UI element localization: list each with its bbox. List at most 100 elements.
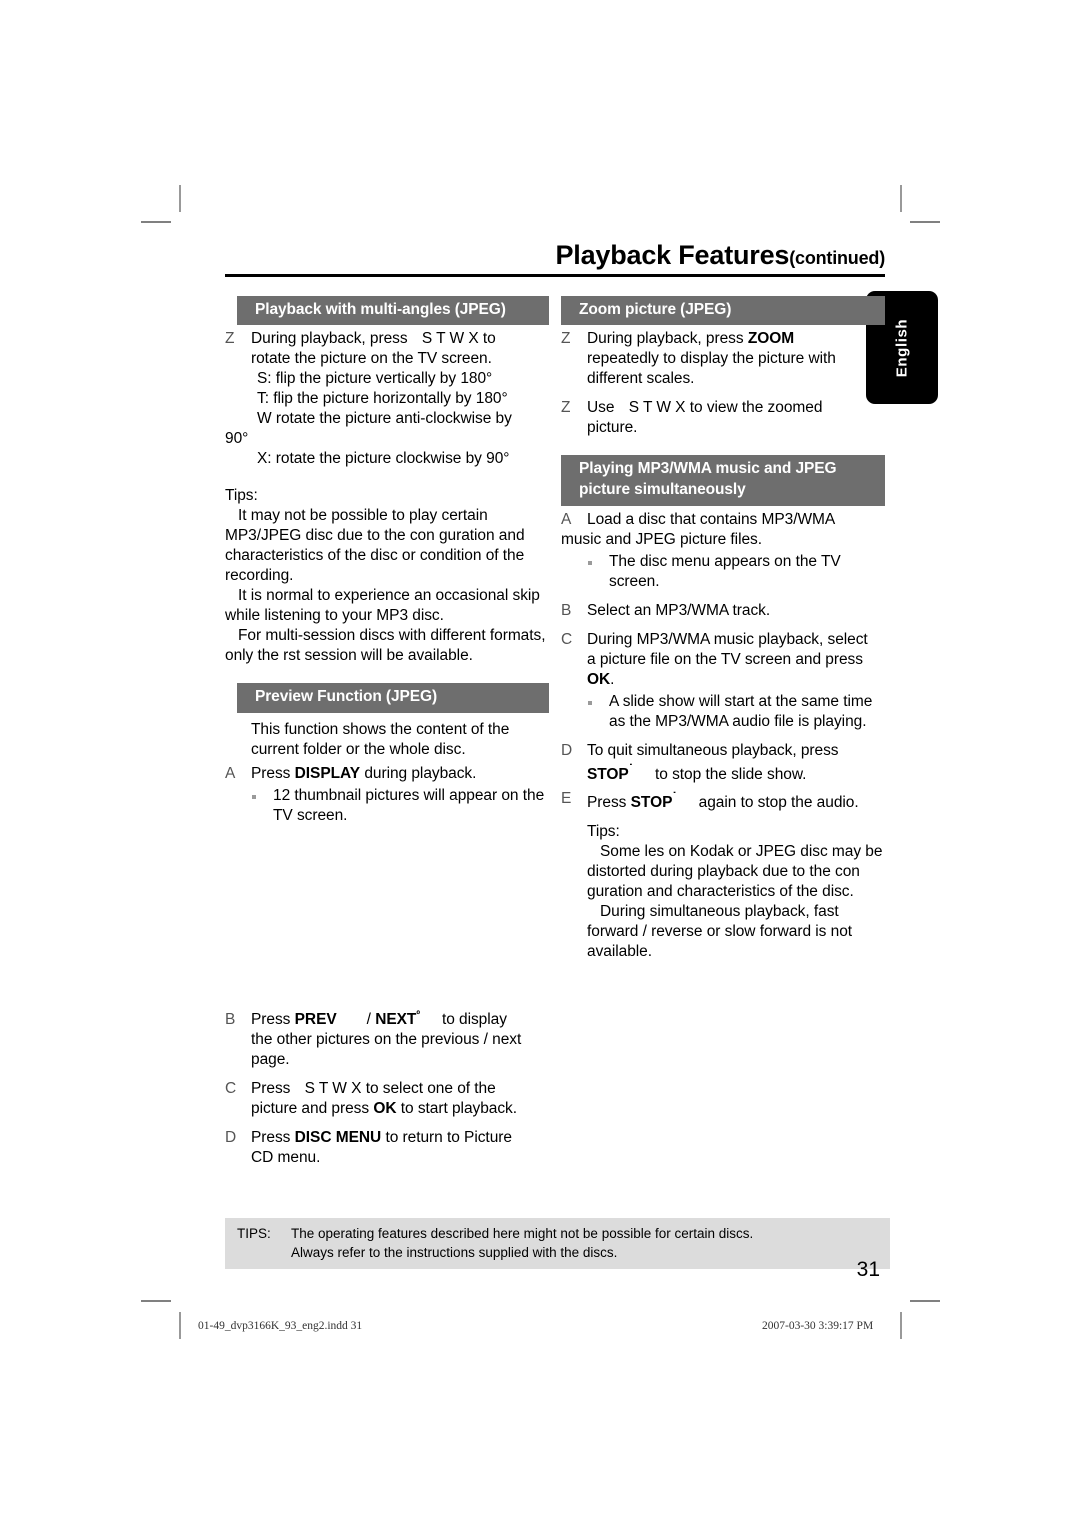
list-item: Z During playback, press S T W X to rota…: [225, 329, 549, 469]
list-text-pre: Press: [251, 1079, 291, 1097]
tips-label-right: Tips:: [587, 823, 620, 841]
key-sequence: S T W X: [421, 330, 479, 348]
key-desc-t: T: flip the picture horizontally by 180°: [257, 390, 508, 408]
list-text-line1: During MP3/WMA music playback, select: [587, 631, 868, 649]
preview-intro: This function shows the content of the c…: [251, 720, 510, 758]
list-text-mid: /: [366, 1010, 371, 1028]
crop-mark-bottom-left-vertical: [179, 1312, 181, 1339]
footer-tips-line-2: Always refer to the instructions supplie…: [291, 1245, 618, 1261]
list-item: B Press PREV / NEXTº to display the other …: [225, 1010, 549, 1070]
language-tab-label: English: [893, 318, 911, 377]
list-item: E Press STOP˙ again to stop the audio.: [561, 789, 885, 813]
crop-mark-top-right-vertical: [900, 185, 902, 212]
footer-tips-line-1: The operating features described here mi…: [291, 1226, 754, 1241]
list-marker: B: [225, 1010, 236, 1028]
list-text-line2: repeatedly to display the picture with: [587, 350, 836, 368]
list-item: D To quit simultaneous playback, press S…: [561, 741, 885, 785]
page-content: Playback Features(continued) Playback wi…: [225, 240, 885, 1168]
column-spacer: [225, 826, 549, 1001]
key-sequence: S T W X: [628, 399, 686, 417]
right-column: Zoom picture (JPEG) Z During playback, p…: [561, 296, 885, 1168]
list-item: A Press DISPLAY during playback.: [225, 764, 549, 784]
list-text-line2: a picture file on the TV screen and pres…: [587, 651, 863, 669]
header-rule: [225, 274, 885, 277]
list-marker: C: [225, 1079, 237, 1097]
tip-paragraph: During simultaneous playback, fast forwa…: [587, 903, 853, 961]
list-marker: E: [561, 790, 572, 808]
production-slug-timestamp: 2007-03-30 3:39:17 PM: [762, 1320, 874, 1332]
list-marker: B: [561, 602, 572, 620]
period: .: [610, 671, 615, 689]
footer-tips-panel: TIPS: The operating features described h…: [225, 1218, 890, 1270]
list-text-line2: STOP˙ to stop the slide show.: [587, 761, 885, 785]
list-text-post: to stop the slide show.: [655, 766, 807, 784]
section-heading-preview-function: Preview Function (JPEG): [237, 683, 549, 713]
tip-paragraph: Some les on Kodak or JPEG disc may be di…: [587, 843, 883, 901]
control-label-disc-menu: DISC MENU: [294, 1128, 382, 1146]
tip-paragraph: It is normal to experience an occasional…: [225, 587, 540, 625]
simultaneous-playback-body: A Load a disc that contains MP3/WMA musi…: [561, 510, 885, 962]
section-heading-multi-angles: Playback with multi-angles (JPEG): [237, 296, 549, 326]
list-text-pre: During playback, press: [587, 330, 744, 348]
crop-mark-top-left-vertical: [179, 185, 181, 212]
footer-tips-row: TIPS: The operating features described h…: [237, 1224, 882, 1243]
multi-angles-body: Z During playback, press S T W X to rota…: [225, 329, 549, 666]
list-text-line3: OK.: [587, 670, 885, 690]
note-text: 12 thumbnail pictures will appear on the…: [273, 786, 545, 824]
list-text-line2: CD menu.: [251, 1148, 321, 1166]
list-text-post: to display: [441, 1010, 507, 1028]
list-item: B Select an MP3/WMA track.: [561, 601, 885, 621]
list-item: Z During playback, press ZOOM repeatedly…: [561, 329, 885, 389]
key-sequence: S T W X: [304, 1079, 362, 1097]
crop-mark-bottom-left-horizontal: [141, 1300, 171, 1302]
list-text-line3: different scales.: [587, 370, 695, 388]
list-text-b: to: [482, 330, 496, 348]
note-bullet-icon: [252, 794, 256, 799]
list-text-pre: Press: [251, 1010, 291, 1028]
tip-paragraph: It may not be possible to play certain M…: [225, 507, 525, 585]
list-text-post: to view the zoomed: [689, 399, 823, 417]
tips-label-left: Tips:: [225, 487, 258, 505]
list-text-post: to return to Picture: [385, 1128, 512, 1146]
crop-mark-bottom-right-horizontal: [910, 1300, 940, 1302]
left-column: Playback with multi-angles (JPEG) Z Duri…: [225, 296, 549, 1168]
line2-post: to start playback.: [400, 1099, 518, 1117]
heading-line-2: picture simultaneously: [579, 480, 746, 498]
list-text-a: During playback, press: [251, 330, 408, 348]
list-text-line2: rotate the picture on the TV screen.: [251, 350, 492, 368]
control-label-ok: OK: [587, 671, 611, 689]
note-block: 12 thumbnail pictures will appear on the…: [225, 786, 549, 826]
next-glyph-icon: º: [416, 1009, 420, 1021]
key-desc-x: X: rotate the picture clockwise by 90°: [257, 450, 510, 468]
list-marker: Z: [225, 330, 235, 348]
control-label-stop: STOP: [630, 794, 673, 812]
list-marker: D: [561, 742, 573, 760]
list-marker: Z: [561, 399, 571, 417]
list-text-pre: Press: [587, 794, 627, 812]
zoom-picture-body: Z During playback, press ZOOM repeatedly…: [561, 329, 885, 438]
control-label-zoom: ZOOM: [747, 330, 795, 348]
control-label-prev: PREV: [294, 1010, 337, 1028]
list-text-pre: Press: [251, 1128, 291, 1146]
list-text-post: again to stop the audio.: [698, 794, 859, 812]
crop-mark-bottom-right-vertical: [900, 1312, 902, 1339]
list-text-post: during playback.: [364, 764, 477, 782]
list-text-pre: Use: [587, 399, 615, 417]
list-marker: D: [225, 1128, 237, 1146]
list-text-line2: picture and press OK to start playback.: [251, 1099, 549, 1119]
list-text-line2: picture.: [587, 419, 638, 437]
crop-mark-top-left-horizontal: [141, 221, 171, 223]
list-item: A Load a disc that contains MP3/WMA musi…: [561, 510, 885, 550]
list-item: C During MP3/WMA music playback, select …: [561, 630, 885, 690]
page-number: 31: [856, 1258, 880, 1281]
key-desc-w: W rotate the picture anti-clockwise by: [257, 410, 512, 428]
control-label-ok: OK: [373, 1099, 397, 1117]
list-marker: Z: [561, 330, 571, 348]
stop-glyph-icon: ˙: [672, 789, 677, 805]
list-text-line2: the other pictures on the previous / nex…: [251, 1030, 522, 1048]
note-block: The disc menu appears on the TV screen.: [561, 552, 885, 592]
list-text-line1: Load a disc that contains MP3/WMA: [587, 511, 836, 529]
